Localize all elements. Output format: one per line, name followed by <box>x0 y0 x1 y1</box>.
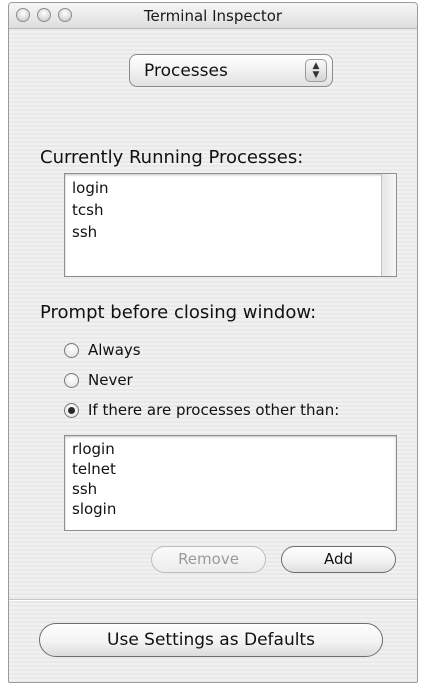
radio-label: Never <box>88 371 133 389</box>
add-button[interactable]: Add <box>281 546 396 573</box>
list-item[interactable]: rlogin <box>65 439 396 459</box>
window-title: Terminal Inspector <box>143 7 283 25</box>
radio-label: Always <box>88 341 141 359</box>
pane-popup-button[interactable]: Processes ▲ ▼ <box>129 54 333 87</box>
list-item[interactable]: telnet <box>65 459 396 479</box>
exception-processes-list[interactable]: rlogin telnet ssh slogin <box>64 435 397 531</box>
prompt-heading: Prompt before closing window: <box>40 302 317 323</box>
running-processes-heading: Currently Running Processes: <box>40 147 304 168</box>
up-down-arrows-icon: ▲ ▼ <box>305 59 327 82</box>
pane-popup-label: Processes <box>144 61 228 81</box>
radio-if-other-processes[interactable]: If there are processes other than: <box>64 399 339 421</box>
running-processes-list[interactable]: login tcsh ssh <box>64 173 397 277</box>
list-item[interactable]: slogin <box>65 499 396 519</box>
section-divider <box>9 599 417 601</box>
radio-button-selected[interactable] <box>64 402 79 418</box>
title-bar: Terminal Inspector <box>9 3 417 29</box>
use-settings-as-defaults-button[interactable]: Use Settings as Defaults <box>39 623 383 657</box>
list-item[interactable]: tcsh <box>65 199 381 221</box>
scrollbar[interactable] <box>381 174 396 276</box>
list-item[interactable]: login <box>65 177 381 199</box>
radio-button[interactable] <box>64 342 79 358</box>
radio-always[interactable]: Always <box>64 339 141 361</box>
radio-label: If there are processes other than: <box>88 401 340 419</box>
remove-button[interactable]: Remove <box>151 546 266 573</box>
list-item[interactable]: ssh <box>65 221 381 243</box>
list-item[interactable]: ssh <box>65 479 396 499</box>
radio-button[interactable] <box>64 372 79 388</box>
radio-never[interactable]: Never <box>64 369 133 391</box>
inspector-window: Terminal Inspector Processes ▲ ▼ Currentl… <box>8 2 418 683</box>
